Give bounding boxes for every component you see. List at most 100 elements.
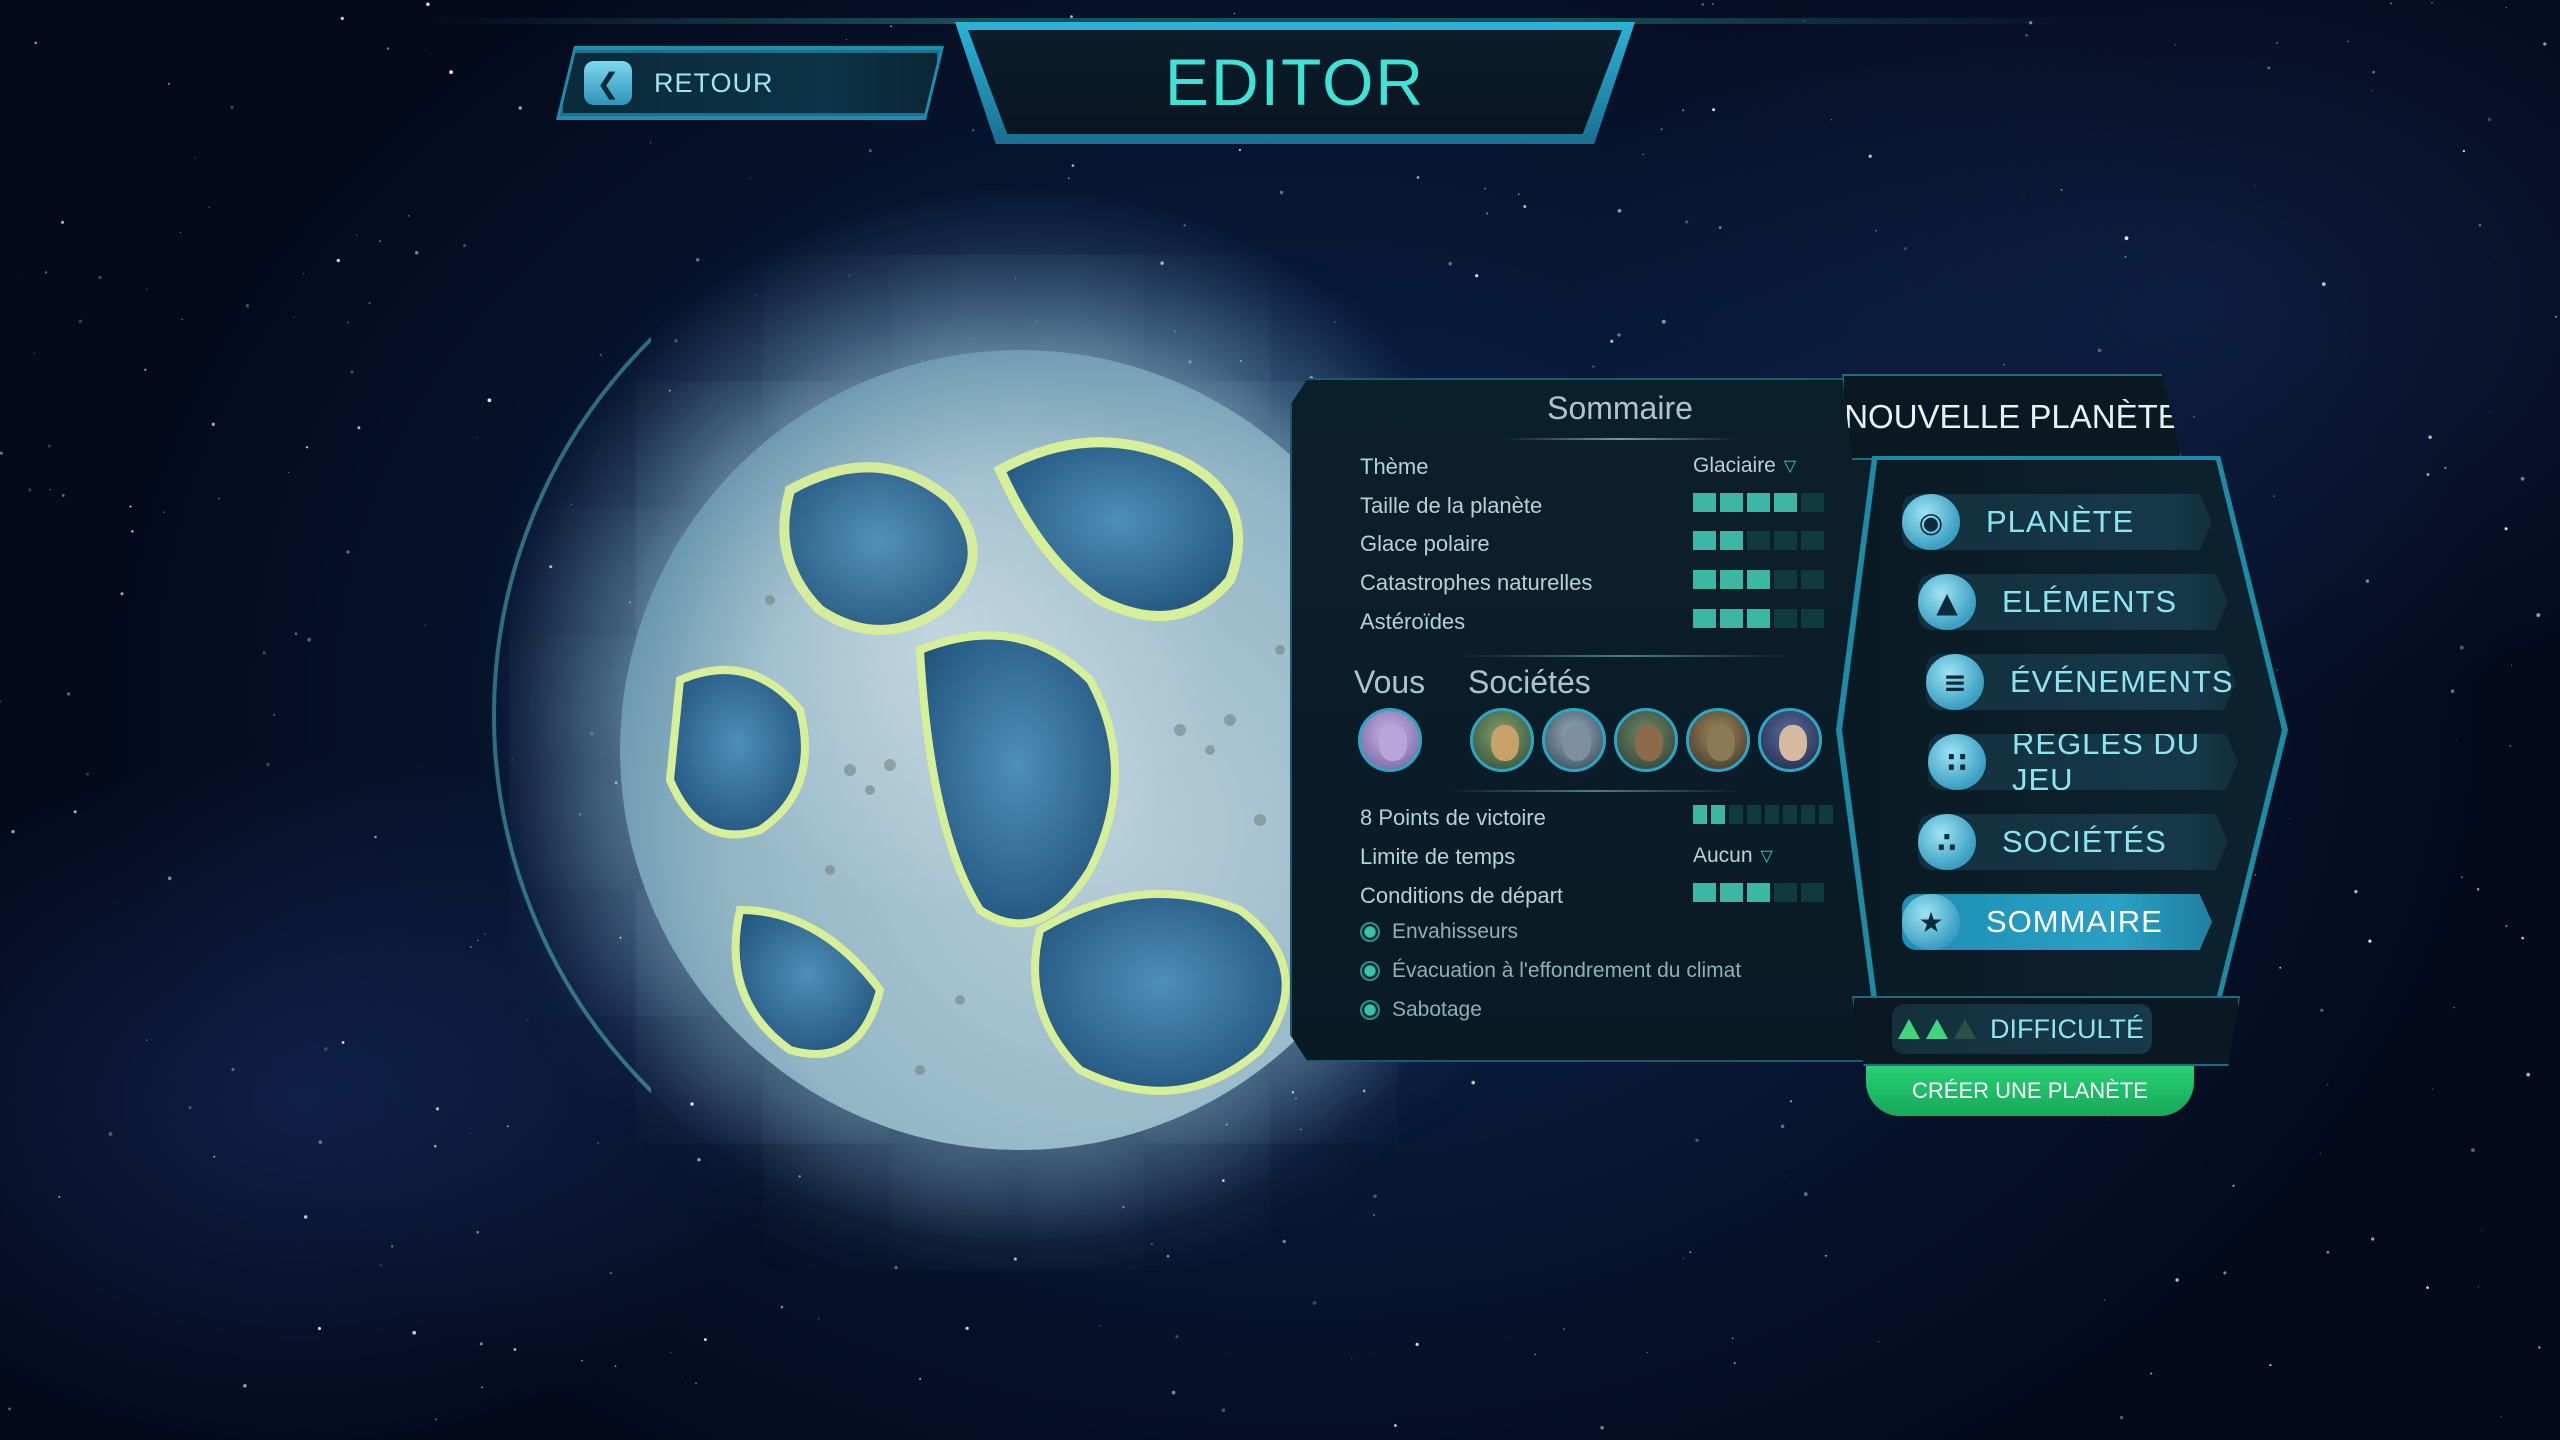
star	[86, 772, 89, 776]
star	[2444, 466, 2447, 469]
star	[58, 1196, 61, 1198]
society-avatar[interactable]	[1686, 708, 1750, 772]
star	[2321, 282, 2326, 286]
start-conditions-level[interactable]	[1693, 883, 1824, 902]
star	[1585, 204, 1587, 206]
star	[2003, 364, 2005, 366]
level-segment	[1801, 609, 1824, 628]
option-sabotage[interactable]: Sabotage	[1360, 998, 1482, 1022]
star	[1592, 365, 1595, 368]
star	[2124, 236, 2129, 241]
star	[2487, 117, 2492, 122]
difficulty-button[interactable]: DIFFICULTÉ	[1892, 1004, 2152, 1054]
star	[2060, 188, 2063, 191]
star	[481, 1386, 483, 1389]
star	[2453, 1006, 2455, 1009]
star	[60, 220, 65, 224]
disasters-level[interactable]	[1693, 570, 1824, 589]
option-invaders[interactable]: Envahisseurs	[1360, 920, 1518, 944]
society-avatar[interactable]	[1470, 708, 1534, 772]
you-label: Vous	[1354, 664, 1426, 700]
menu-item-elements[interactable]: ▲ ELÉMENTS	[1918, 574, 2228, 630]
star	[2536, 613, 2541, 618]
level-segment	[1693, 805, 1707, 824]
polar-ice-level[interactable]	[1693, 531, 1824, 550]
star	[2320, 1008, 2324, 1012]
star	[2372, 70, 2375, 74]
star	[1617, 333, 1621, 337]
star	[211, 422, 215, 426]
back-button[interactable]: ❮ RETOUR	[560, 50, 940, 116]
star	[513, 1348, 517, 1351]
star	[34, 41, 37, 44]
menu-item-societes[interactable]: ∴ SOCIÉTÉS	[1918, 814, 2228, 870]
star	[231, 1067, 235, 1071]
planet-size-level[interactable]	[1693, 493, 1824, 512]
star	[341, 1041, 345, 1044]
star	[2500, 1415, 2503, 1418]
menu-item-label: PLANÈTE	[1986, 504, 2135, 539]
menu-item-regles-du-jeu[interactable]: ∷ RÈGLES DU JEU	[1928, 734, 2238, 790]
option-label: Sabotage	[1392, 998, 1482, 1021]
option-climate-evacuation[interactable]: Évacuation à l'effondrement du climat	[1360, 959, 1741, 983]
star	[2223, 1271, 2227, 1275]
star	[49, 488, 51, 491]
title-box: EDITOR	[968, 30, 1622, 134]
star	[2426, 472, 2430, 477]
star	[2520, 476, 2525, 481]
star	[412, 1330, 417, 1335]
level-segment	[1693, 531, 1716, 550]
back-button-label: RETOUR	[654, 67, 774, 98]
create-planet-label: CRÉER UNE PLANÈTE	[1912, 1078, 2148, 1103]
star	[2319, 1152, 2321, 1154]
star	[1682, 1257, 1685, 1260]
create-planet-button[interactable]: CRÉER UNE PLANÈTE	[1866, 1066, 2194, 1116]
level-segment	[1747, 805, 1761, 824]
player-avatar[interactable]	[1358, 708, 1422, 772]
star	[1712, 3, 1714, 5]
star	[1875, 230, 1877, 232]
dropdown-arrow-icon: ▽	[1760, 848, 1773, 865]
level-segment	[1774, 609, 1797, 628]
menu-item-sommaire[interactable]: ★ SOMMAIRE	[1902, 894, 2212, 950]
menu-item-evenements[interactable]: ≡ ÉVÉNEMENTS	[1926, 654, 2236, 710]
star	[33, 352, 36, 354]
star	[304, 1215, 308, 1219]
star	[890, 25, 893, 28]
summary-divider	[1460, 655, 1790, 657]
star	[2254, 874, 2256, 876]
star	[694, 1382, 698, 1385]
victory-points-level[interactable]	[1693, 805, 1833, 824]
star	[2108, 1119, 2109, 1121]
society-avatar[interactable]	[1614, 708, 1678, 772]
difficulty-triangle-icon	[1926, 1019, 1948, 1039]
star	[476, 437, 478, 439]
star	[47, 444, 51, 448]
victory-points-label: 8 Points de victoire	[1360, 805, 1546, 830]
time-limit-dropdown[interactable]: Aucun ▽	[1693, 844, 1773, 868]
star	[2505, 924, 2508, 928]
societies-label: Sociétés	[1468, 664, 1591, 700]
star	[1718, 226, 1722, 229]
society-avatar[interactable]	[1758, 708, 1822, 772]
theme-dropdown[interactable]: Glaciaire ▽	[1693, 454, 1796, 478]
level-segment	[1711, 805, 1725, 824]
star	[484, 933, 486, 936]
back-arrow-icon: ❮	[584, 61, 632, 105]
star	[2104, 1299, 2106, 1301]
star	[346, 550, 350, 554]
star	[780, 1305, 784, 1309]
star	[1150, 1242, 1153, 1246]
star	[1785, 1175, 1788, 1177]
star	[2023, 196, 2025, 198]
star	[61, 494, 65, 497]
star	[1279, 190, 1284, 195]
menu-item-planete[interactable]: ◉ PLANÈTE	[1902, 494, 2212, 550]
level-segment	[1747, 883, 1770, 902]
star	[1610, 339, 1614, 343]
dice-icon: ∷	[1928, 734, 1986, 790]
asteroids-level[interactable]	[1693, 609, 1824, 628]
society-avatar[interactable]	[1542, 708, 1606, 772]
star	[28, 488, 32, 492]
star	[146, 1039, 148, 1041]
